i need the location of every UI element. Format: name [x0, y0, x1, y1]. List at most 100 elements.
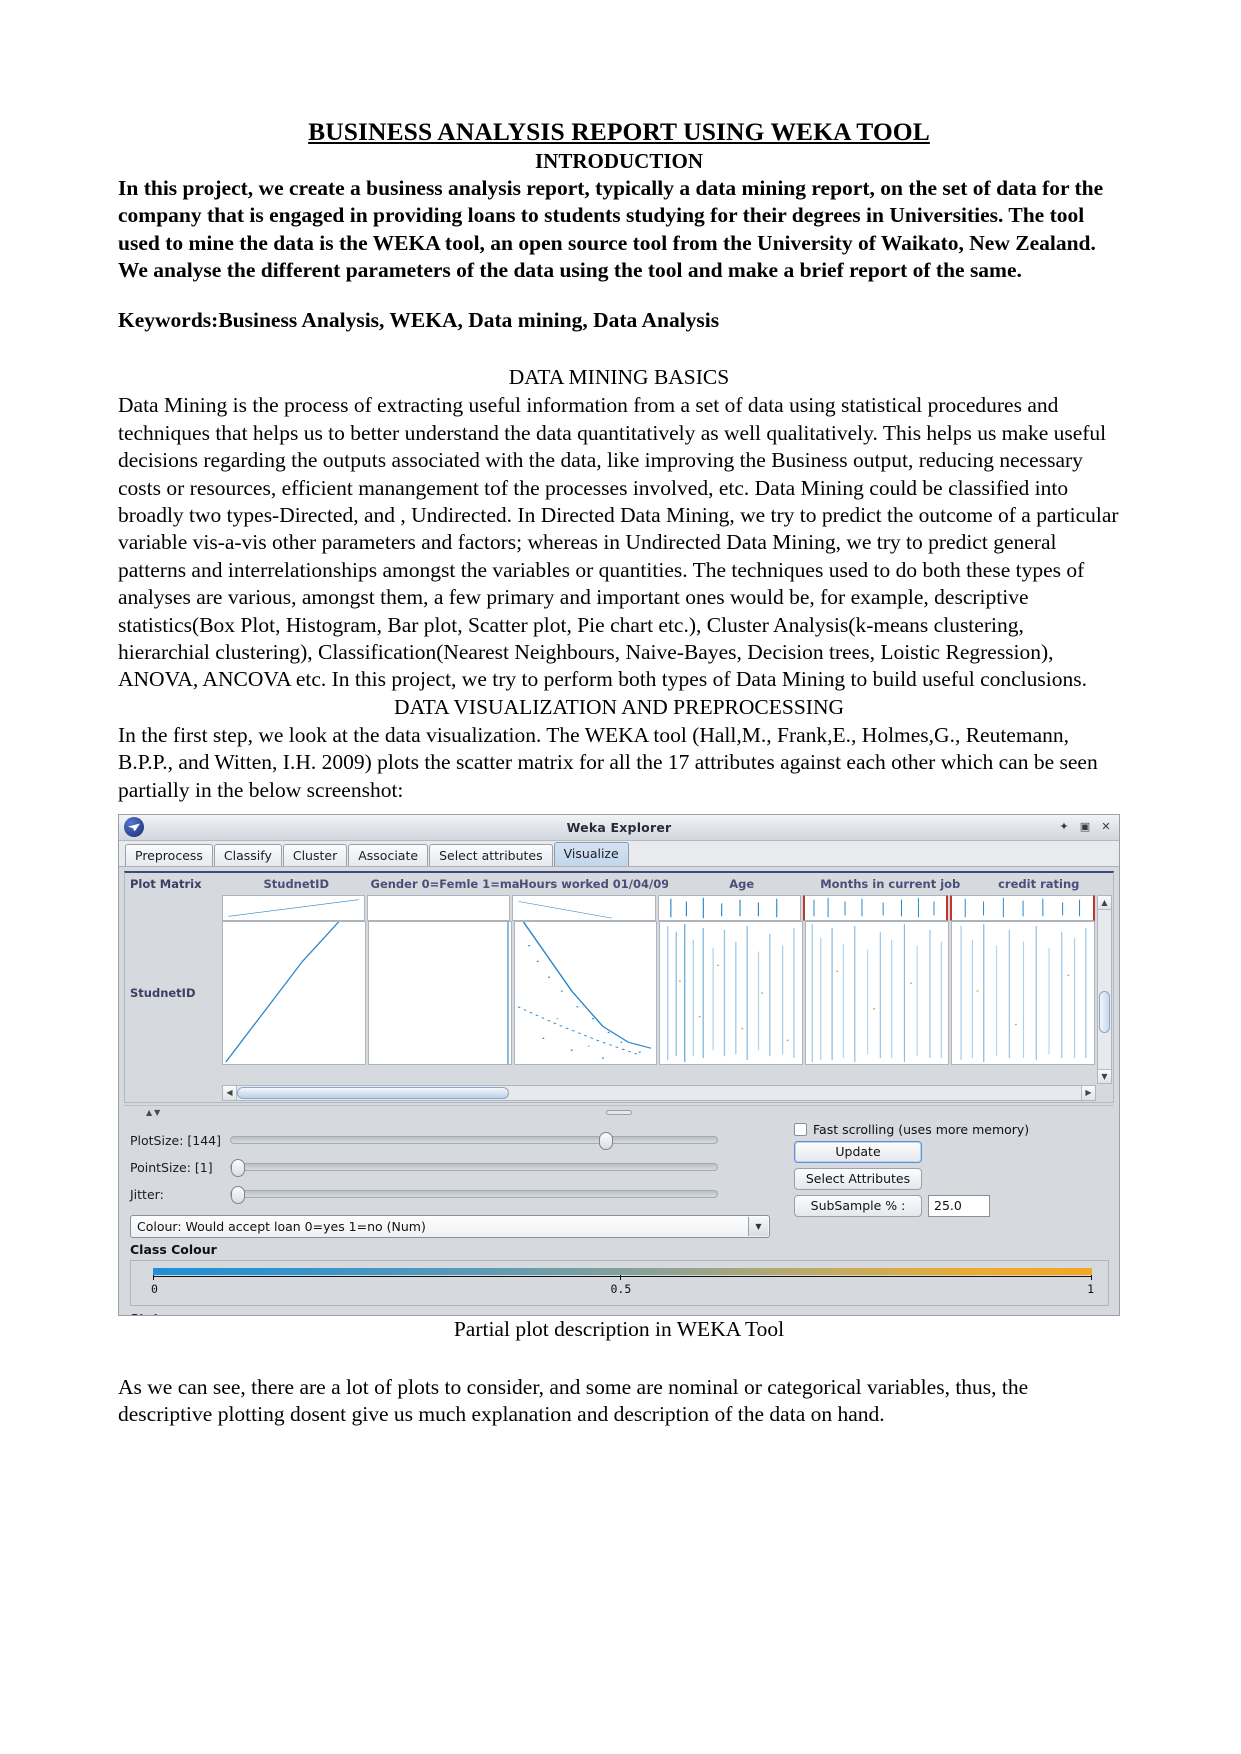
maximize-icon[interactable]: ▣ [1079, 821, 1091, 833]
heading-introduction: INTRODUCTION [534, 148, 704, 173]
class-colour-label-min: 0 [151, 1281, 158, 1296]
column-header-credit-rating: credit rating [998, 876, 1080, 891]
splitter-grip-icon[interactable] [606, 1109, 632, 1115]
jitter-slider-knob[interactable] [231, 1186, 245, 1205]
plot-matrix-strip-cells [222, 894, 1096, 921]
column-header-gender: Gender 0=Femle 1=male [370, 876, 520, 891]
scatter-cell[interactable] [657, 894, 801, 921]
plot-matrix-row-studnetid: StudnetID [125, 920, 1113, 1065]
scatter-cell[interactable] [367, 894, 511, 921]
paragraph-introduction: In this project, we create a business an… [118, 175, 1104, 283]
class-colour-section: Class Colour 0 0.5 1 [130, 1242, 1109, 1306]
select-attributes-button[interactable]: Select Attributes [794, 1167, 922, 1190]
scatter-cell-studnetid-vs-age[interactable] [659, 920, 804, 1065]
colour-attribute-combobox[interactable]: Colour: Would accept loan 0=yes 1=no (Nu… [130, 1214, 770, 1238]
column-header-studnetid: StudnetID [263, 876, 329, 891]
column-header-months-in-current-job: Months in current job [820, 876, 961, 891]
heading-data-visualization: DATA VISUALIZATION AND PREPROCESSING [393, 694, 845, 719]
class-colour-title: Class Colour [130, 1241, 217, 1257]
scroll-up-icon[interactable]: ▲ [1098, 895, 1111, 910]
window-controls: ✦ ▣ ✕ [1058, 821, 1112, 833]
weka-explorer-window: Weka Explorer ✦ ▣ ✕ Preprocess Classify … [118, 813, 1120, 1316]
plot-matrix-corner-label: Plot Matrix [130, 876, 202, 891]
scatter-cell-highlighted[interactable] [802, 894, 948, 921]
plot-matrix-panel: Plot Matrix StudnetID Gender 0=Femle 1=m… [124, 870, 1114, 1103]
class-colour-axis [153, 1275, 1092, 1277]
colour-combobox-value: Colour: Would accept loan 0=yes 1=no (Nu… [137, 1218, 426, 1234]
tab-associate[interactable]: Associate [348, 843, 429, 866]
plot-matrix-strip-label [125, 894, 222, 921]
update-button[interactable]: Update [794, 1140, 922, 1163]
plotsize-slider-knob[interactable] [599, 1132, 613, 1151]
tab-cluster[interactable]: Cluster [282, 843, 348, 866]
column-header-age: Age [729, 876, 755, 891]
close-icon[interactable]: ✕ [1100, 821, 1112, 833]
plot-matrix-vertical-scrollbar[interactable]: ▲ ▼ [1097, 894, 1112, 1084]
scatter-cell-studnetid-vs-credit-rating[interactable] [951, 920, 1095, 1065]
column-header-hours-worked: Hours worked 01/04/09 to 01/ [519, 876, 668, 891]
pointsize-label: PointSize: [1] [130, 1159, 213, 1175]
document-body: BUSINESS ANALYSIS REPORT USING WEKA TOOL… [118, 117, 1120, 1429]
paragraph-keywords: Keywords:Business Analysis, WEKA, Data m… [118, 307, 720, 332]
visualize-controls-panel: PlotSize: [144] PointSize: [1] Jitter: C… [124, 1118, 1114, 1238]
chevron-down-icon[interactable]: ▼ [748, 1216, 768, 1236]
vertical-scroll-thumb[interactable] [1099, 990, 1110, 1033]
figure-caption: Partial plot description in WEKA Tool [453, 1316, 785, 1341]
minimize-icon[interactable]: ✦ [1058, 821, 1070, 833]
status-title: Status [130, 1311, 1109, 1315]
scroll-right-icon[interactable]: ▶ [1081, 1085, 1095, 1100]
class-colour-tick-min [153, 1274, 154, 1280]
class-colour-gradient-bar [153, 1267, 1092, 1275]
pointsize-slider[interactable] [230, 1159, 718, 1178]
class-colour-label-max: 1 [1087, 1281, 1094, 1296]
jitter-label: Jitter: [130, 1186, 164, 1202]
scroll-down-icon[interactable]: ▼ [1098, 1068, 1111, 1083]
action-buttons: Update Select Attributes SubSample % : 2… [794, 1140, 1094, 1217]
plot-matrix-horizontal-scrollbar[interactable]: ◀ ▶ [222, 1084, 1096, 1101]
tab-visualize[interactable]: Visualize [553, 841, 629, 866]
plot-matrix-row-label: StudnetID [125, 920, 222, 1065]
plot-matrix-header-row: Plot Matrix StudnetID Gender 0=Femle 1=m… [125, 872, 1113, 895]
jitter-slider[interactable] [230, 1186, 718, 1205]
scatter-cell-studnetid-vs-gender[interactable] [367, 920, 512, 1065]
fast-scrolling-label: Fast scrolling (uses more memory) [813, 1121, 1030, 1137]
scatter-cell-studnetid-vs-studnetid[interactable] [222, 920, 366, 1065]
heading-data-mining-basics: DATA MINING BASICS [508, 365, 730, 390]
scatter-cell[interactable] [222, 894, 366, 921]
tab-select-attributes[interactable]: Select attributes [429, 843, 553, 866]
subsample-button[interactable]: SubSample % : [794, 1194, 922, 1217]
scatter-cell-studnetid-vs-months-in-current-job[interactable] [805, 920, 950, 1065]
scroll-left-icon[interactable]: ◀ [223, 1085, 237, 1100]
paragraph-data-mining-basics: Data Mining is the process of extracting… [118, 393, 1119, 692]
weka-window-title: Weka Explorer [566, 819, 672, 835]
splitter-collapse-icon[interactable]: ▲▼ [146, 1108, 162, 1117]
paragraph-data-visualization: In the first step, we look at the data v… [118, 722, 1098, 802]
plotsize-slider[interactable] [230, 1132, 718, 1151]
plot-matrix-top-strip-row [125, 894, 1113, 921]
class-colour-tick-mid [619, 1274, 621, 1280]
horizontal-scroll-thumb[interactable] [237, 1086, 509, 1099]
subsample-row: SubSample % : 25.0 [794, 1194, 1094, 1217]
paragraph-closing: As we can see, there are a lot of plots … [118, 1374, 1029, 1427]
class-colour-legend: 0 0.5 1 [130, 1259, 1109, 1306]
subsample-input[interactable]: 25.0 [928, 1194, 990, 1217]
scatter-cell-highlighted[interactable] [949, 894, 1096, 921]
weka-tabbar: Preprocess Classify Cluster Associate Se… [119, 840, 1119, 867]
scatter-cell-studnetid-vs-hours-worked[interactable] [513, 920, 658, 1065]
status-section: Status OK Log x 0 [130, 1311, 1109, 1315]
tab-classify[interactable]: Classify [213, 843, 282, 866]
tab-preprocess[interactable]: Preprocess [125, 843, 213, 866]
scatter-cell[interactable] [512, 894, 656, 921]
class-colour-tick-max [1091, 1274, 1092, 1280]
checkbox-icon[interactable] [794, 1122, 807, 1136]
weka-titlebar: Weka Explorer ✦ ▣ ✕ [119, 814, 1119, 841]
page-title: BUSINESS ANALYSIS REPORT USING WEKA TOOL [308, 117, 930, 146]
panel-splitter[interactable]: ▲▼ [124, 1104, 1114, 1118]
document-page: BUSINESS ANALYSIS REPORT USING WEKA TOOL… [0, 0, 1241, 1754]
plotsize-label: PlotSize: [144] [130, 1132, 222, 1148]
pointsize-slider-knob[interactable] [231, 1159, 245, 1178]
fast-scrolling-checkbox-row[interactable]: Fast scrolling (uses more memory) [794, 1122, 1094, 1137]
plot-matrix-row-cells [222, 920, 1095, 1065]
class-colour-label-mid: 0.5 [610, 1281, 632, 1296]
right-controls-column: Fast scrolling (uses more memory) Update… [794, 1122, 1094, 1217]
